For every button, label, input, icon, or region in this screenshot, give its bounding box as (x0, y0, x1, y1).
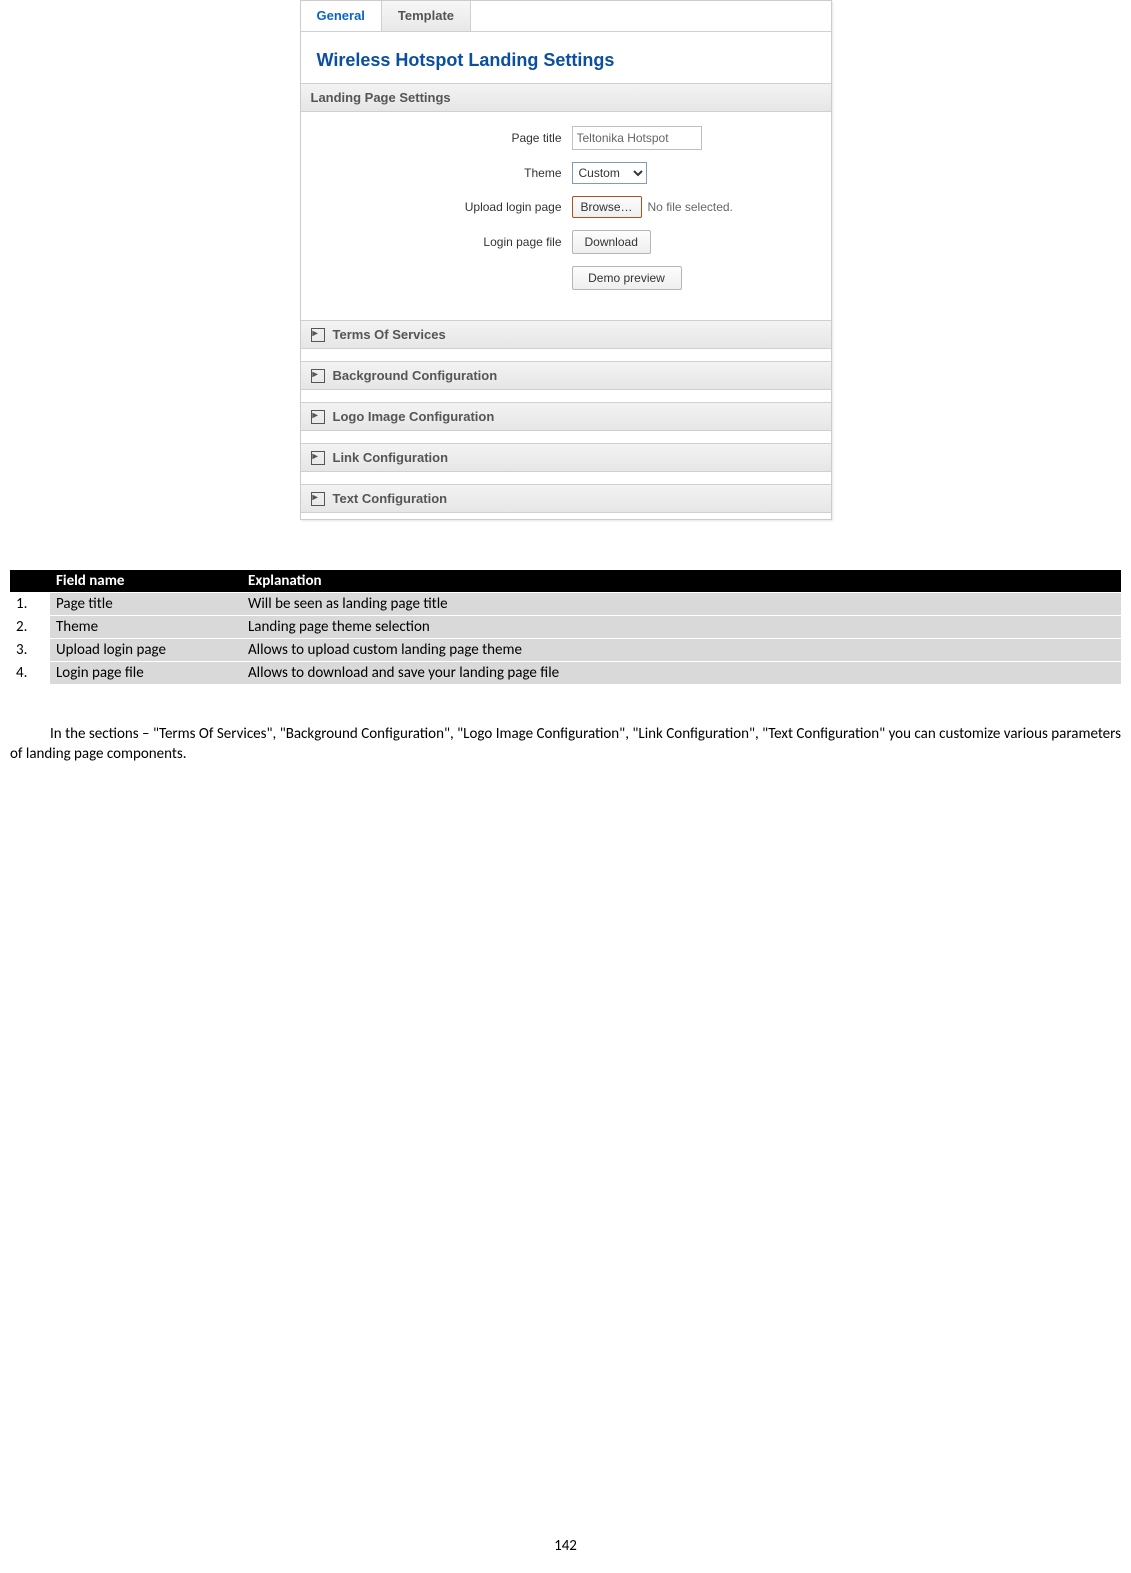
cell-name: Page title (50, 593, 242, 616)
settings-panel: General Template Wireless Hotspot Landin… (300, 0, 832, 520)
section-label: Background Configuration (333, 368, 498, 383)
label-login-page-file: Login page file (317, 235, 572, 249)
expand-icon (311, 369, 325, 383)
tabs-row: General Template (301, 1, 831, 32)
expand-icon (311, 451, 325, 465)
section-landing-page-settings: Landing Page Settings (301, 83, 831, 112)
table-row: 3. Upload login page Allows to upload cu… (10, 639, 1121, 662)
cell-name: Theme (50, 616, 242, 639)
th-field-name: Field name (50, 570, 242, 593)
download-button[interactable]: Download (572, 230, 651, 254)
section-label: Text Configuration (333, 491, 448, 506)
demo-preview-button[interactable]: Demo preview (572, 266, 682, 290)
tab-general[interactable]: General (301, 1, 382, 31)
expand-icon (311, 492, 325, 506)
section-logo-image-configuration[interactable]: Logo Image Configuration (301, 402, 831, 431)
field-explanation-table: Field name Explanation 1. Page title Wil… (10, 570, 1121, 684)
tab-template[interactable]: Template (382, 1, 471, 31)
cell-name: Upload login page (50, 639, 242, 662)
cell-num: 3. (10, 639, 50, 662)
table-row: 1. Page title Will be seen as landing pa… (10, 593, 1121, 616)
cell-expl: Will be seen as landing page title (242, 593, 1121, 616)
cell-expl: Landing page theme selection (242, 616, 1121, 639)
cell-name: Login page file (50, 662, 242, 685)
th-num (10, 570, 50, 593)
cell-expl: Allows to upload custom landing page the… (242, 639, 1121, 662)
section-text-configuration[interactable]: Text Configuration (301, 484, 831, 513)
form-area: Page title Theme Custom Upload login pag… (301, 112, 831, 320)
no-file-text: No file selected. (648, 200, 733, 214)
section-label: Terms Of Services (333, 327, 446, 342)
cell-expl: Allows to download and save your landing… (242, 662, 1121, 685)
body-paragraph: In the sections – "Terms Of Services", "… (10, 724, 1121, 765)
page-number: 142 (0, 1537, 1131, 1555)
th-explanation: Explanation (242, 570, 1121, 593)
section-link-configuration[interactable]: Link Configuration (301, 443, 831, 472)
expand-icon (311, 328, 325, 342)
page-heading: Wireless Hotspot Landing Settings (301, 32, 831, 83)
section-terms-of-services[interactable]: Terms Of Services (301, 320, 831, 349)
table-row: 2. Theme Landing page theme selection (10, 616, 1121, 639)
label-theme: Theme (317, 166, 572, 180)
theme-select[interactable]: Custom (572, 162, 647, 184)
label-upload-login-page: Upload login page (317, 200, 572, 214)
expand-icon (311, 410, 325, 424)
section-background-configuration[interactable]: Background Configuration (301, 361, 831, 390)
section-label: Landing Page Settings (311, 90, 451, 105)
cell-num: 4. (10, 662, 50, 685)
page-title-input[interactable] (572, 126, 702, 150)
section-label: Logo Image Configuration (333, 409, 495, 424)
cell-num: 2. (10, 616, 50, 639)
label-page-title: Page title (317, 131, 572, 145)
browse-button[interactable]: Browse… (572, 196, 642, 218)
table-row: 4. Login page file Allows to download an… (10, 662, 1121, 685)
section-label: Link Configuration (333, 450, 449, 465)
cell-num: 1. (10, 593, 50, 616)
